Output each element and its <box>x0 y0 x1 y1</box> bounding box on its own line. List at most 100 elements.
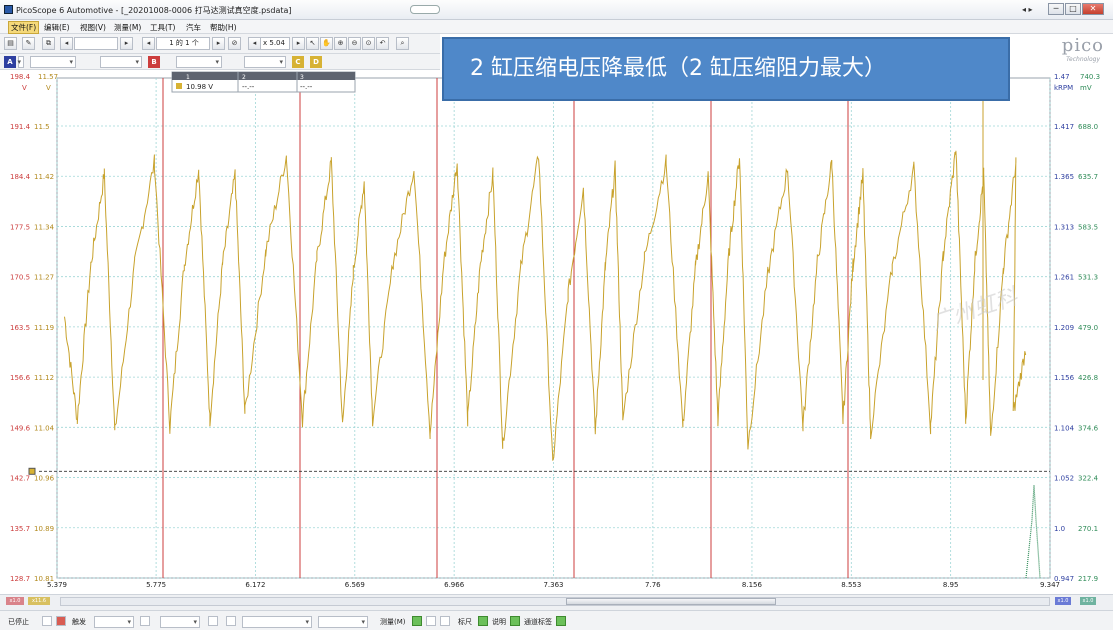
axis-d-tick: 217.9 <box>1078 575 1098 583</box>
axis-d-tick: 531.3 <box>1078 274 1098 282</box>
axis-b-tick: 11.5 <box>34 123 50 131</box>
measurement-value: --.-- <box>300 83 313 91</box>
axis-b-tick: 10.81 <box>34 575 54 583</box>
axis-c-tick: 1.417 <box>1054 123 1074 131</box>
hand-icon[interactable]: ✋ <box>320 37 333 50</box>
ruler-icon[interactable] <box>478 616 488 626</box>
channel-b-range[interactable] <box>176 56 222 68</box>
delete-measure-icon[interactable] <box>440 616 450 626</box>
zoom-next-icon[interactable]: ▸ <box>292 37 305 50</box>
channel-labels-icon[interactable] <box>556 616 566 626</box>
axis-b-top: 11.57 <box>38 73 58 81</box>
axis-d-tick: 270.1 <box>1078 525 1098 533</box>
zoom-level: x 5.04 <box>260 37 290 50</box>
trigger-source-select[interactable] <box>160 616 200 628</box>
notes-label: 说明 <box>492 618 506 626</box>
axis-c-tick: 1.209 <box>1054 324 1074 332</box>
buffer-label: 1 的 1 个 <box>156 37 210 50</box>
ruler-label: 标尺 <box>458 618 472 626</box>
axis-a-top: 198.4 <box>10 73 31 81</box>
minimize-button[interactable]: ─ <box>1048 3 1064 15</box>
menu-view[interactable]: 视图(V) <box>80 22 106 33</box>
stop-icon[interactable] <box>42 616 52 626</box>
axis-d-tick: 688.0 <box>1078 123 1098 131</box>
horizontal-scrollbar[interactable] <box>60 597 1050 606</box>
zoom-window-icon[interactable]: ⌕ <box>396 37 409 50</box>
badge-a: x1.0 <box>6 597 24 605</box>
axis-d-tick: 635.7 <box>1078 173 1098 181</box>
copy-icon[interactable]: ⧉ <box>42 37 55 50</box>
x-tick-label: 6.966 <box>444 581 465 589</box>
record-icon[interactable] <box>56 616 66 626</box>
close-button[interactable]: ✕ <box>1082 3 1104 15</box>
channel-a-prev[interactable] <box>17 56 24 68</box>
pointer-icon[interactable]: ↖ <box>306 37 319 50</box>
title-search-field[interactable] <box>410 5 440 14</box>
pen-icon[interactable]: ✎ <box>22 37 35 50</box>
x-tick-label: 5.775 <box>146 581 166 589</box>
title-nav-arrows[interactable]: ◂ ▸ <box>1022 5 1033 14</box>
zoom-fit-icon[interactable]: ⊙ <box>362 37 375 50</box>
badge-d: x1.0 <box>1080 597 1096 605</box>
axis-d-top: 740.3 <box>1080 73 1100 81</box>
axis-c-tick: 1.052 <box>1054 475 1074 483</box>
channel-d-tag[interactable]: D <box>310 56 322 68</box>
menu-measure[interactable]: 测量(M) <box>114 22 141 33</box>
measurement-channel-swatch <box>176 83 182 89</box>
trigger-settings-icon[interactable] <box>140 616 150 626</box>
edit-measure-icon[interactable] <box>426 616 436 626</box>
next-icon[interactable]: ▸ <box>120 37 133 50</box>
menu-help[interactable]: 帮助(H) <box>210 22 237 33</box>
axis-a-tick: 128.7 <box>10 575 30 583</box>
axis-b-tick: 10.96 <box>34 475 55 483</box>
undo-zoom-icon[interactable]: ↶ <box>376 37 389 50</box>
zoom-out-icon[interactable]: ⊖ <box>348 37 361 50</box>
axis-d-tick: 374.6 <box>1078 424 1099 432</box>
axis-b-tick: 11.34 <box>34 223 55 231</box>
trigger-level-field[interactable] <box>242 616 312 628</box>
trigger-mode-select[interactable] <box>94 616 134 628</box>
axis-a-unit: V <box>22 84 27 92</box>
x-tick-label: 6.569 <box>345 581 365 589</box>
scope-chart[interactable]: 5.379 5.775 6.172 6.569 6.966 7.363 7.76 8.156 8… <box>0 70 1113 594</box>
axis-a-tick: 170.5 <box>10 274 30 282</box>
menu-tools[interactable]: 工具(T) <box>150 22 175 33</box>
axis-c-unit: kRPM <box>1054 84 1073 92</box>
menu-automotive[interactable]: 汽车 <box>186 22 201 33</box>
channel-c-tag[interactable]: C <box>292 56 304 68</box>
menu-file[interactable]: 文件(F) <box>8 21 40 34</box>
title-bar: PicoScope 6 Automotive - [_20201008-0006… <box>0 0 1113 20</box>
stop-circle-icon[interactable]: ⊘ <box>228 37 241 50</box>
scroll-thumb[interactable] <box>566 598 776 605</box>
x-tick-label: 8.95 <box>943 581 959 589</box>
pico-logo: pico Technology <box>1061 35 1104 63</box>
channel-b-coupling[interactable] <box>244 56 286 68</box>
channel-a-tag[interactable]: A <box>4 56 16 68</box>
buffer-prev-icon[interactable]: ◂ <box>142 37 155 50</box>
channel-a-coupling[interactable] <box>100 56 142 68</box>
notes-icon[interactable] <box>510 616 520 626</box>
x-tick-label: 6.172 <box>245 581 265 589</box>
axis-d-tick: 479.0 <box>1078 324 1098 332</box>
open-icon[interactable]: ▤ <box>4 37 17 50</box>
buffer-next-icon[interactable]: ▸ <box>212 37 225 50</box>
axis-b-tick: 11.12 <box>34 374 54 382</box>
trigger-edge-icon[interactable] <box>208 616 218 626</box>
trigger-pretrig-field[interactable] <box>318 616 368 628</box>
zoom-in-icon[interactable]: ⊕ <box>334 37 347 50</box>
axis-b-tick: 11.27 <box>34 274 54 282</box>
add-measure-icon[interactable] <box>412 616 422 626</box>
channel-a-range[interactable] <box>30 56 76 68</box>
badge-c: x1.0 <box>1055 597 1071 605</box>
menu-bar: 文件(F) 编辑(E) 视图(V) 测量(M) 工具(T) 汽车 帮助(H) <box>0 20 1113 34</box>
buffer-select[interactable] <box>74 37 118 50</box>
menu-edit[interactable]: 编辑(E) <box>44 22 70 33</box>
channel-labels-label: 通道标签 <box>524 618 552 626</box>
axis-c-tick: 1.156 <box>1054 374 1075 382</box>
axis-a-tick: 191.4 <box>10 123 31 131</box>
channel-b-tag[interactable]: B <box>148 56 160 68</box>
trigger-prev-icon[interactable] <box>226 616 236 626</box>
prev-icon[interactable]: ◂ <box>60 37 73 50</box>
x-tick-label: 8.156 <box>742 581 763 589</box>
maximize-button[interactable]: □ <box>1065 3 1081 15</box>
